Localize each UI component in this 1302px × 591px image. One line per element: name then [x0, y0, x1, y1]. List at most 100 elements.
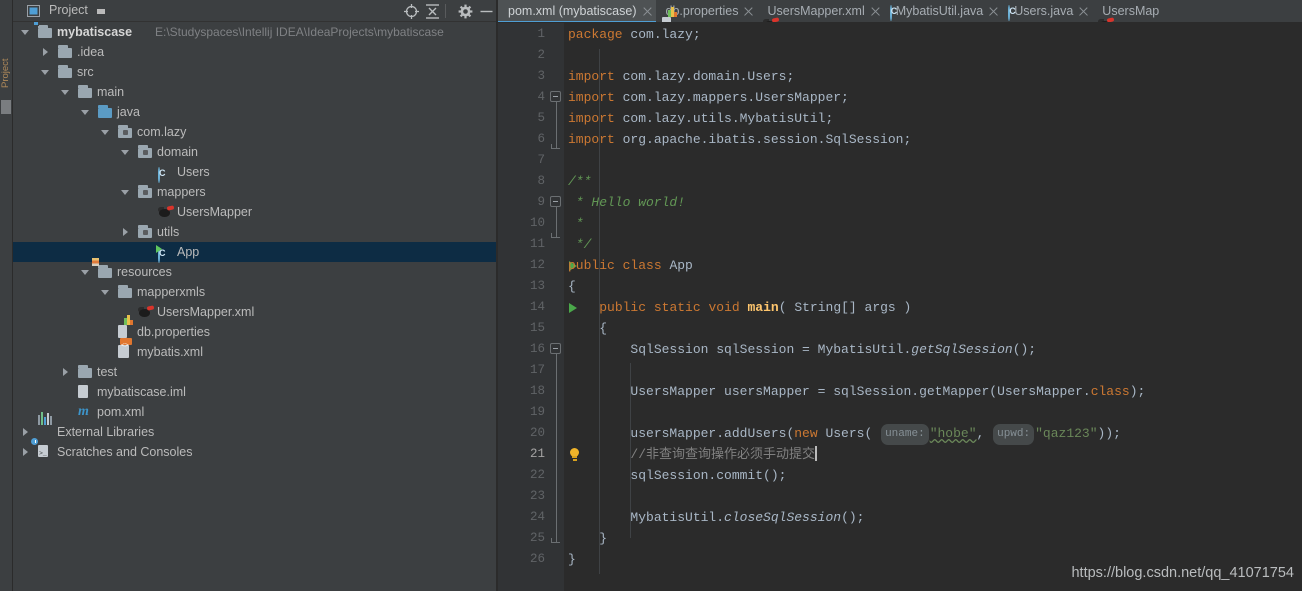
editor-tab-pom-xml-mybatiscase-[interactable]: pom.xml (mybatiscase) — [498, 0, 656, 22]
code-line-14[interactable]: public static void main( String[] args ) — [568, 297, 911, 318]
code-line-1[interactable]: package com.lazy; — [568, 24, 701, 45]
tree-row-main[interactable]: main — [13, 82, 496, 102]
tree-row-mybatis-xml[interactable]: mybatis.xml — [13, 336, 496, 362]
gutter-line-14[interactable]: 14 — [498, 297, 577, 318]
chevron-down-icon[interactable] — [121, 148, 130, 157]
gutter-line-20[interactable]: 20 — [498, 423, 564, 444]
code-line-20[interactable]: usersMapper.addUsers(new Users( uname: "h… — [568, 423, 1121, 445]
tree-row-users[interactable]: Users — [13, 162, 496, 183]
tree-row-test[interactable]: test — [13, 362, 496, 382]
tree-row--idea[interactable]: .idea — [13, 42, 496, 62]
code-area[interactable]: 1 2 3 4 5 6 7 8 9 10 11 12 13 14 15 16 17 18 19 20 21 22 23 24 2… — [498, 23, 1302, 591]
gutter-line-11[interactable]: 11 — [498, 234, 564, 255]
gutter-line-13[interactable]: 13 — [498, 276, 564, 297]
chevron-down-icon[interactable] — [41, 68, 50, 77]
tree-row-usersmapper-xml[interactable]: UsersMapper.xml — [13, 302, 496, 322]
editor-tab-users-java[interactable]: Users.java — [1002, 0, 1092, 22]
collapse-all-icon[interactable] — [424, 3, 441, 20]
gutter-line-12[interactable]: 12 — [498, 255, 577, 276]
code-line-22[interactable]: sqlSession.commit(); — [568, 465, 786, 486]
chevron-down-icon[interactable] — [97, 9, 105, 14]
editor-tab-mybatisutil-java[interactable]: MybatisUtil.java — [884, 0, 1003, 22]
chevron-down-icon[interactable] — [61, 88, 70, 97]
project-tree[interactable]: mybatiscase E:\Studyspaces\Intellij IDEA\… — [13, 22, 496, 591]
code-line-15[interactable]: { — [568, 318, 607, 339]
gutter-line-21[interactable]: 21 — [498, 444, 579, 465]
editor-tab-usersmap[interactable]: UsersMap — [1092, 0, 1163, 22]
code-line-25[interactable]: } — [568, 528, 607, 549]
chevron-down-icon[interactable] — [81, 268, 90, 277]
code-line-16[interactable]: SqlSession sqlSession = MybatisUtil.getS… — [568, 339, 1036, 360]
chevron-down-icon[interactable] — [101, 128, 110, 137]
tree-row-mybatiscase-iml[interactable]: mybatiscase.iml — [13, 380, 496, 402]
gutter-line-15[interactable]: 15 — [498, 318, 564, 339]
gutter-line-4[interactable]: 4 — [498, 87, 564, 108]
minimize-icon[interactable] — [478, 3, 495, 20]
tree-row-java[interactable]: java — [13, 102, 496, 122]
close-icon[interactable] — [744, 7, 753, 16]
gutter-line-16[interactable]: 16 — [498, 339, 564, 360]
gutter-line-18[interactable]: 18 — [498, 381, 564, 402]
tree-row-scratches-and-consoles[interactable]: Scratches and Consoles — [13, 437, 496, 464]
editor-tab-db-properties[interactable]: db.properties — [656, 0, 758, 22]
tree-row-db-properties[interactable]: db.properties — [13, 315, 496, 342]
tree-row-src[interactable]: src — [13, 62, 496, 82]
gutter-line-1[interactable]: 1 — [498, 24, 564, 45]
code-line-18[interactable]: UsersMapper usersMapper = sqlSession.get… — [568, 381, 1145, 402]
code-line-12[interactable]: public class App — [568, 255, 693, 276]
gutter-line-24[interactable]: 24 — [498, 507, 564, 528]
chevron-right-icon[interactable] — [21, 428, 30, 437]
gutter-line-23[interactable]: 23 — [498, 486, 564, 507]
code-line-3[interactable]: import com.lazy.domain.Users; — [568, 66, 794, 87]
editor-gutter[interactable]: 1 2 3 4 5 6 7 8 9 10 11 12 13 14 15 16 17 18 19 20 21 22 23 24 2… — [498, 23, 579, 591]
close-icon[interactable] — [871, 7, 880, 16]
chevron-down-icon[interactable] — [21, 28, 30, 37]
code-line-5[interactable]: import com.lazy.utils.MybatisUtil; — [568, 108, 833, 129]
editor-tab-bar[interactable]: pom.xml (mybatiscase) db.properties UsersM… — [498, 0, 1302, 23]
gutter-line-26[interactable]: 26 — [498, 549, 564, 570]
tree-row-usersmapper[interactable]: UsersMapper — [13, 202, 496, 222]
tree-row-mapperxmls[interactable]: mapperxmls — [13, 282, 496, 302]
tree-row-pom-xml[interactable]: pom.xml — [13, 402, 496, 422]
chevron-right-icon[interactable] — [121, 228, 130, 237]
code-line-4[interactable]: import com.lazy.mappers.UsersMapper; — [568, 87, 849, 108]
tree-row-mappers[interactable]: mappers — [13, 182, 496, 202]
gutter-line-6[interactable]: 6 — [498, 129, 564, 150]
code-line-11[interactable]: */ — [568, 234, 592, 255]
code-line-10[interactable]: * — [568, 213, 584, 234]
chevron-down-icon[interactable] — [121, 188, 130, 197]
gutter-line-3[interactable]: 3 — [498, 66, 564, 87]
gutter-line-22[interactable]: 22 — [498, 465, 564, 486]
close-icon[interactable] — [1079, 7, 1088, 16]
code-line-26[interactable]: } — [568, 549, 576, 570]
tree-row-com-lazy[interactable]: com.lazy — [13, 122, 496, 142]
editor-tab-usersmapper-xml[interactable]: UsersMapper.xml — [757, 0, 883, 22]
code-line-9[interactable]: * Hello world! — [568, 192, 685, 213]
tree-row-mybatiscase[interactable]: mybatiscase E:\Studyspaces\Intellij IDEA\… — [13, 22, 496, 42]
gutter-line-5[interactable]: 5 — [498, 108, 564, 129]
code-line-6[interactable]: import org.apache.ibatis.session.SqlSess… — [568, 129, 911, 150]
tree-row-utils[interactable]: utils — [13, 222, 496, 242]
chevron-right-icon[interactable] — [41, 48, 50, 57]
gutter-line-9[interactable]: 9 — [498, 192, 564, 213]
gear-icon[interactable] — [457, 3, 474, 20]
gutter-line-17[interactable]: 17 — [498, 360, 564, 381]
code-content[interactable]: package com.lazy; import com.lazy.domain.… — [564, 23, 1302, 591]
chevron-right-icon[interactable] — [61, 368, 70, 377]
code-line-21[interactable]: //非查询查询操作必须手动提交 — [568, 444, 817, 465]
code-line-8[interactable]: /** — [568, 171, 591, 192]
gutter-line-25[interactable]: 25 — [498, 528, 564, 549]
tree-row-domain[interactable]: domain — [13, 142, 496, 162]
close-icon[interactable] — [989, 7, 998, 16]
chevron-right-icon[interactable] — [21, 448, 30, 457]
tree-row-app[interactable]: App — [13, 242, 496, 263]
tree-row-external-libraries[interactable]: External Libraries — [13, 412, 496, 442]
gutter-line-8[interactable]: 8 — [498, 171, 564, 192]
code-line-24[interactable]: MybatisUtil.closeSqlSession(); — [568, 507, 864, 528]
tree-row-resources[interactable]: resources — [13, 258, 496, 282]
gutter-line-7[interactable]: 7 — [498, 150, 564, 171]
gutter-line-19[interactable]: 19 — [498, 402, 564, 423]
code-line-13[interactable]: { — [568, 276, 576, 297]
close-icon[interactable] — [643, 7, 652, 16]
gutter-line-2[interactable]: 2 — [498, 45, 564, 66]
